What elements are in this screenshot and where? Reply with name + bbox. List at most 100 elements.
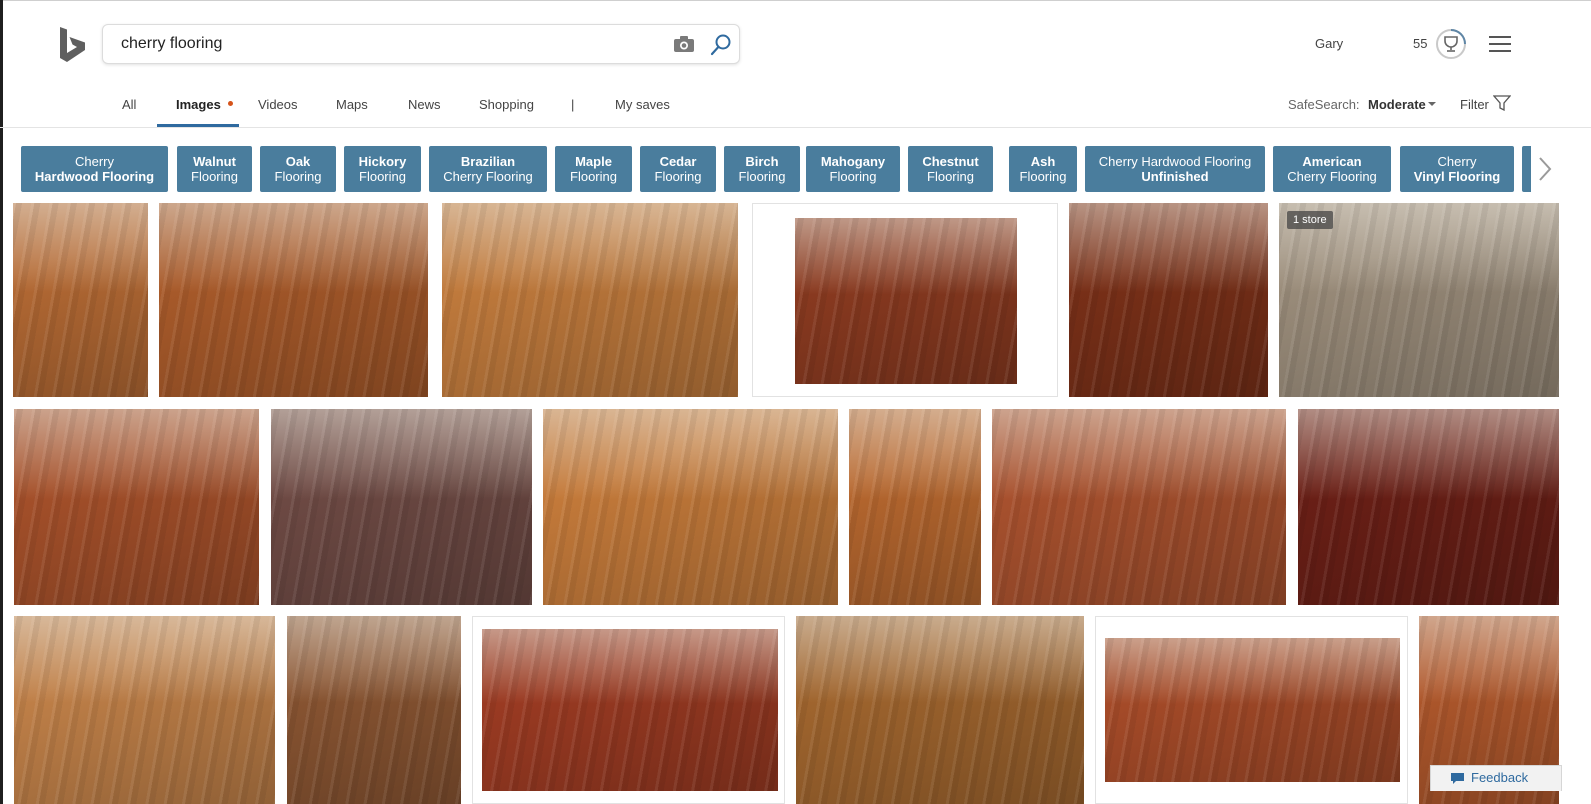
chip-line-2: Cherry Flooring: [443, 169, 533, 184]
image-result-tile[interactable]: [543, 409, 838, 605]
chip-line-1: Brazilian: [460, 154, 516, 169]
rewards-points[interactable]: 55: [1413, 36, 1427, 51]
result-thumbnail: [13, 203, 148, 397]
related-search-chip[interactable]: Maple Flooring: [555, 146, 632, 192]
search-box[interactable]: [102, 24, 740, 64]
related-search-chip[interactable]: Cherry Hardwood Flooring: [21, 146, 168, 192]
image-result-tile[interactable]: [992, 409, 1286, 605]
related-search-chip[interactable]: Birch Flooring: [724, 146, 800, 192]
chevron-down-icon[interactable]: [1428, 102, 1436, 106]
image-result-tile[interactable]: [752, 203, 1058, 397]
chip-line-2: Flooring: [927, 169, 974, 184]
tab-my-saves[interactable]: My saves: [615, 97, 670, 112]
chip-line-1: Hickory: [358, 154, 407, 169]
search-input[interactable]: [121, 25, 641, 63]
related-search-chip-partial[interactable]: [1522, 146, 1531, 192]
related-search-chip[interactable]: Brazilian Cherry Flooring: [429, 146, 547, 192]
tab-all[interactable]: All: [122, 97, 136, 112]
image-result-tile[interactable]: [442, 203, 738, 397]
result-thumbnail: [159, 203, 428, 397]
feedback-button[interactable]: Feedback: [1430, 765, 1562, 791]
result-thumbnail: [287, 616, 461, 804]
result-thumbnail: [1105, 638, 1400, 782]
tab-images[interactable]: Images: [176, 97, 221, 112]
result-thumbnail: [1298, 409, 1559, 605]
image-result-tile[interactable]: [287, 616, 461, 804]
safesearch-label: SafeSearch:: [1288, 97, 1360, 112]
image-result-tile[interactable]: [14, 616, 275, 804]
result-thumbnail: [543, 409, 838, 605]
tab-separator: |: [571, 97, 575, 112]
chip-line-2: Unfinished: [1141, 169, 1209, 184]
related-search-chip[interactable]: Mahogany Flooring: [806, 146, 900, 192]
chip-line-1: Birch: [745, 154, 779, 169]
chip-line-2: Flooring: [274, 169, 322, 184]
chip-line-1: Cedar: [659, 154, 697, 169]
chip-line-1: Mahogany: [820, 154, 886, 169]
safesearch-dropdown[interactable]: Moderate: [1368, 97, 1426, 112]
new-indicator-dot: [228, 101, 233, 106]
chip-line-2: Flooring: [570, 169, 617, 184]
chip-line-2: Vinyl Flooring: [1413, 169, 1501, 184]
chip-line-1: Cherry: [74, 154, 114, 169]
filter-button[interactable]: Filter: [1460, 97, 1489, 112]
chip-line-1: Walnut: [193, 154, 236, 169]
result-thumbnail: [14, 616, 275, 804]
image-result-tile[interactable]: [1279, 203, 1559, 397]
image-result-tile[interactable]: [849, 409, 981, 605]
result-thumbnail: [1279, 203, 1559, 397]
chevron-right-icon[interactable]: [1536, 155, 1554, 183]
chip-line-2: Cherry Flooring: [1287, 169, 1377, 184]
result-thumbnail: [482, 629, 778, 791]
related-search-chip[interactable]: Cherry Hardwood Flooring Unfinished: [1085, 146, 1265, 192]
chip-line-1: Ash: [1030, 154, 1056, 169]
chip-line-1: Cherry: [1437, 154, 1477, 169]
rewards-medal-icon[interactable]: [1435, 28, 1467, 60]
tab-maps[interactable]: Maps: [336, 97, 368, 112]
chip-line-2: Flooring: [191, 169, 238, 184]
store-badge: 1 store: [1287, 211, 1333, 229]
related-search-chip[interactable]: American Cherry Flooring: [1273, 146, 1391, 192]
image-result-tile[interactable]: [1069, 203, 1268, 397]
hamburger-menu-icon[interactable]: [1489, 35, 1511, 53]
image-result-tile[interactable]: [796, 616, 1084, 804]
result-thumbnail: [271, 409, 532, 605]
result-thumbnail: [442, 203, 738, 397]
search-icon[interactable]: [709, 33, 733, 57]
related-search-chip[interactable]: Chestnut Flooring: [908, 146, 993, 192]
user-name[interactable]: Gary: [1315, 36, 1343, 51]
camera-icon[interactable]: [673, 35, 695, 53]
image-result-tile[interactable]: [13, 203, 148, 397]
tab-shopping[interactable]: Shopping: [479, 97, 534, 112]
image-result-tile[interactable]: [1298, 409, 1559, 605]
chip-line-2: Flooring: [1019, 169, 1067, 184]
related-search-chip[interactable]: Hickory Flooring: [344, 146, 421, 192]
chip-line-1: Chestnut: [922, 154, 979, 169]
top-border: [0, 0, 1591, 1]
result-thumbnail: [14, 409, 259, 605]
tab-news[interactable]: News: [408, 97, 441, 112]
related-searches: Cherry Hardwood Flooring Walnut Flooring Oak…: [21, 146, 1531, 192]
filter-icon[interactable]: [1493, 95, 1511, 111]
result-thumbnail: [849, 409, 981, 605]
bing-logo-icon[interactable]: [58, 26, 88, 64]
tab-videos[interactable]: Videos: [258, 97, 298, 112]
result-thumbnail: [1069, 203, 1268, 397]
related-search-chip[interactable]: Cedar Flooring: [640, 146, 716, 192]
image-result-tile[interactable]: [159, 203, 428, 397]
result-thumbnail: [796, 616, 1084, 804]
image-result-tile[interactable]: [271, 409, 532, 605]
chip-line-1: Maple: [575, 154, 612, 169]
related-search-chip[interactable]: Walnut Flooring: [177, 146, 252, 192]
chip-line-2: Hardwood Flooring: [34, 169, 155, 184]
related-search-chip[interactable]: Ash Flooring: [1009, 146, 1077, 192]
speech-bubble-icon: [1451, 773, 1464, 784]
chip-line-1: American: [1302, 154, 1362, 169]
image-result-tile[interactable]: [14, 409, 259, 605]
image-result-tile[interactable]: [1095, 616, 1408, 804]
feedback-label: Feedback: [1471, 770, 1529, 785]
related-search-chip[interactable]: Oak Flooring: [260, 146, 336, 192]
related-search-chip[interactable]: Cherry Vinyl Flooring: [1400, 146, 1514, 192]
image-result-tile[interactable]: [472, 616, 785, 804]
chip-line-2: Flooring: [654, 169, 702, 184]
